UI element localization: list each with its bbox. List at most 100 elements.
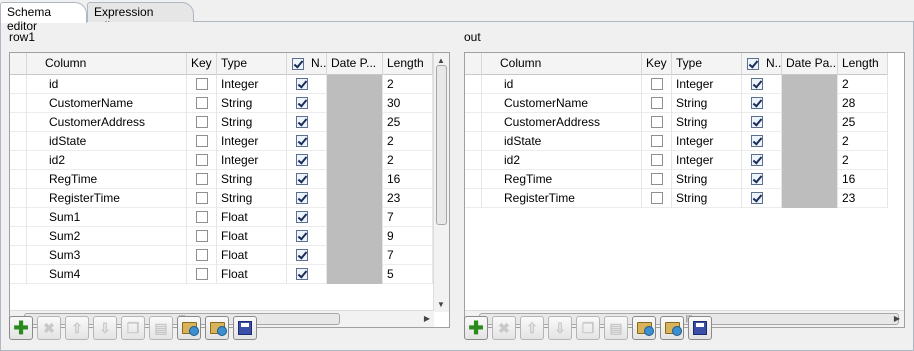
- cell-type[interactable]: Float: [217, 208, 287, 227]
- move-up-button[interactable]: ⇧: [520, 316, 544, 340]
- nullable-checkbox[interactable]: [751, 97, 763, 109]
- row-selector[interactable]: [465, 132, 482, 151]
- cell-length[interactable]: 2: [383, 75, 433, 94]
- cell-length[interactable]: 7: [383, 246, 433, 265]
- nullable-checkbox[interactable]: [296, 230, 308, 242]
- nullable-checkbox[interactable]: [296, 78, 308, 90]
- row-selector[interactable]: [10, 113, 27, 132]
- key-checkbox[interactable]: [196, 116, 208, 128]
- nullable-checkbox[interactable]: [751, 192, 763, 204]
- key-checkbox[interactable]: [196, 173, 208, 185]
- nullable-checkbox[interactable]: [296, 268, 308, 280]
- cell-type[interactable]: String: [217, 113, 287, 132]
- column-header-nullable[interactable]: N..: [287, 53, 327, 75]
- cell-type[interactable]: Float: [217, 246, 287, 265]
- cell-type[interactable]: String: [672, 113, 742, 132]
- nullable-checkbox[interactable]: [751, 173, 763, 185]
- cell-column-name[interactable]: id: [482, 75, 642, 94]
- nullable-all-checkbox[interactable]: [292, 58, 304, 70]
- cell-length[interactable]: 28: [838, 94, 888, 113]
- remove-button[interactable]: ✖: [492, 316, 516, 340]
- cell-type[interactable]: Integer: [672, 75, 742, 94]
- cell-length[interactable]: 30: [383, 94, 433, 113]
- row-selector[interactable]: [465, 170, 482, 189]
- cell-length[interactable]: 9: [383, 227, 433, 246]
- column-header-type[interactable]: Type: [217, 53, 287, 75]
- key-checkbox[interactable]: [196, 268, 208, 280]
- cell-length[interactable]: 23: [383, 189, 433, 208]
- nullable-checkbox[interactable]: [296, 116, 308, 128]
- cell-length[interactable]: 25: [838, 113, 888, 132]
- copy-button[interactable]: ❐: [121, 316, 145, 340]
- table-row[interactable]: id2 Integer 2: [465, 151, 888, 170]
- row-selector[interactable]: [10, 189, 27, 208]
- row-selector[interactable]: [10, 265, 27, 284]
- table-row[interactable]: CustomerName String 30: [10, 94, 433, 113]
- export-button[interactable]: [660, 316, 684, 340]
- column-header-nullable[interactable]: N..: [742, 53, 782, 75]
- row-selector[interactable]: [465, 151, 482, 170]
- column-header-length[interactable]: Length: [838, 53, 888, 75]
- scroll-down-arrow-icon[interactable]: ▼: [434, 297, 448, 312]
- key-checkbox[interactable]: [196, 78, 208, 90]
- nullable-checkbox[interactable]: [751, 135, 763, 147]
- row-selector[interactable]: [10, 246, 27, 265]
- cell-column-name[interactable]: RegisterTime: [482, 189, 642, 208]
- row-selector[interactable]: [10, 151, 27, 170]
- cell-length[interactable]: 2: [838, 132, 888, 151]
- key-checkbox[interactable]: [196, 135, 208, 147]
- cell-length[interactable]: 5: [383, 265, 433, 284]
- row-selector[interactable]: [465, 94, 482, 113]
- paste-button[interactable]: ▤: [604, 316, 628, 340]
- cell-column-name[interactable]: CustomerAddress: [27, 113, 187, 132]
- row-selector[interactable]: [10, 208, 27, 227]
- cell-column-name[interactable]: CustomerAddress: [482, 113, 642, 132]
- cell-column-name[interactable]: id2: [482, 151, 642, 170]
- cell-length[interactable]: 2: [383, 151, 433, 170]
- row-selector[interactable]: [465, 189, 482, 208]
- column-header-column[interactable]: Column: [482, 53, 642, 75]
- row-selector[interactable]: [10, 227, 27, 246]
- cell-column-name[interactable]: RegisterTime: [27, 189, 187, 208]
- row-selector[interactable]: [10, 94, 27, 113]
- cell-column-name[interactable]: RegTime: [27, 170, 187, 189]
- nullable-all-checkbox[interactable]: [747, 58, 759, 70]
- cell-column-name[interactable]: id2: [27, 151, 187, 170]
- cell-type[interactable]: String: [672, 189, 742, 208]
- column-header-key[interactable]: Key: [642, 53, 672, 75]
- column-header-key[interactable]: Key: [187, 53, 217, 75]
- table-row[interactable]: Sum2 Float 9: [10, 227, 433, 246]
- row-selector[interactable]: [465, 75, 482, 94]
- cell-length[interactable]: 2: [838, 151, 888, 170]
- cell-type[interactable]: Integer: [672, 151, 742, 170]
- table-row[interactable]: idState Integer 2: [10, 132, 433, 151]
- vertical-scrollbar[interactable]: ▲ ▼: [433, 53, 449, 312]
- table-row[interactable]: CustomerAddress String 25: [10, 113, 433, 132]
- table-row[interactable]: Sum4 Float 5: [10, 265, 433, 284]
- column-header-column[interactable]: Column: [27, 53, 187, 75]
- key-checkbox[interactable]: [651, 97, 663, 109]
- nullable-checkbox[interactable]: [751, 154, 763, 166]
- table-row[interactable]: RegisterTime String 23: [10, 189, 433, 208]
- row-selector[interactable]: [10, 132, 27, 151]
- table-row[interactable]: RegTime String 16: [10, 170, 433, 189]
- import-button[interactable]: [632, 316, 656, 340]
- key-checkbox[interactable]: [651, 192, 663, 204]
- cell-column-name[interactable]: Sum4: [27, 265, 187, 284]
- cell-column-name[interactable]: id: [27, 75, 187, 94]
- cell-type[interactable]: String: [217, 94, 287, 113]
- key-checkbox[interactable]: [196, 192, 208, 204]
- table-row[interactable]: idState Integer 2: [465, 132, 888, 151]
- cell-column-name[interactable]: Sum3: [27, 246, 187, 265]
- key-checkbox[interactable]: [651, 78, 663, 90]
- cell-length[interactable]: 7: [383, 208, 433, 227]
- nullable-checkbox[interactable]: [296, 154, 308, 166]
- cell-column-name[interactable]: RegTime: [482, 170, 642, 189]
- key-checkbox[interactable]: [196, 249, 208, 261]
- cell-type[interactable]: Integer: [217, 151, 287, 170]
- cell-length[interactable]: 25: [383, 113, 433, 132]
- table-row[interactable]: CustomerAddress String 25: [465, 113, 888, 132]
- cell-type[interactable]: String: [217, 170, 287, 189]
- export-button[interactable]: [205, 316, 229, 340]
- key-checkbox[interactable]: [651, 116, 663, 128]
